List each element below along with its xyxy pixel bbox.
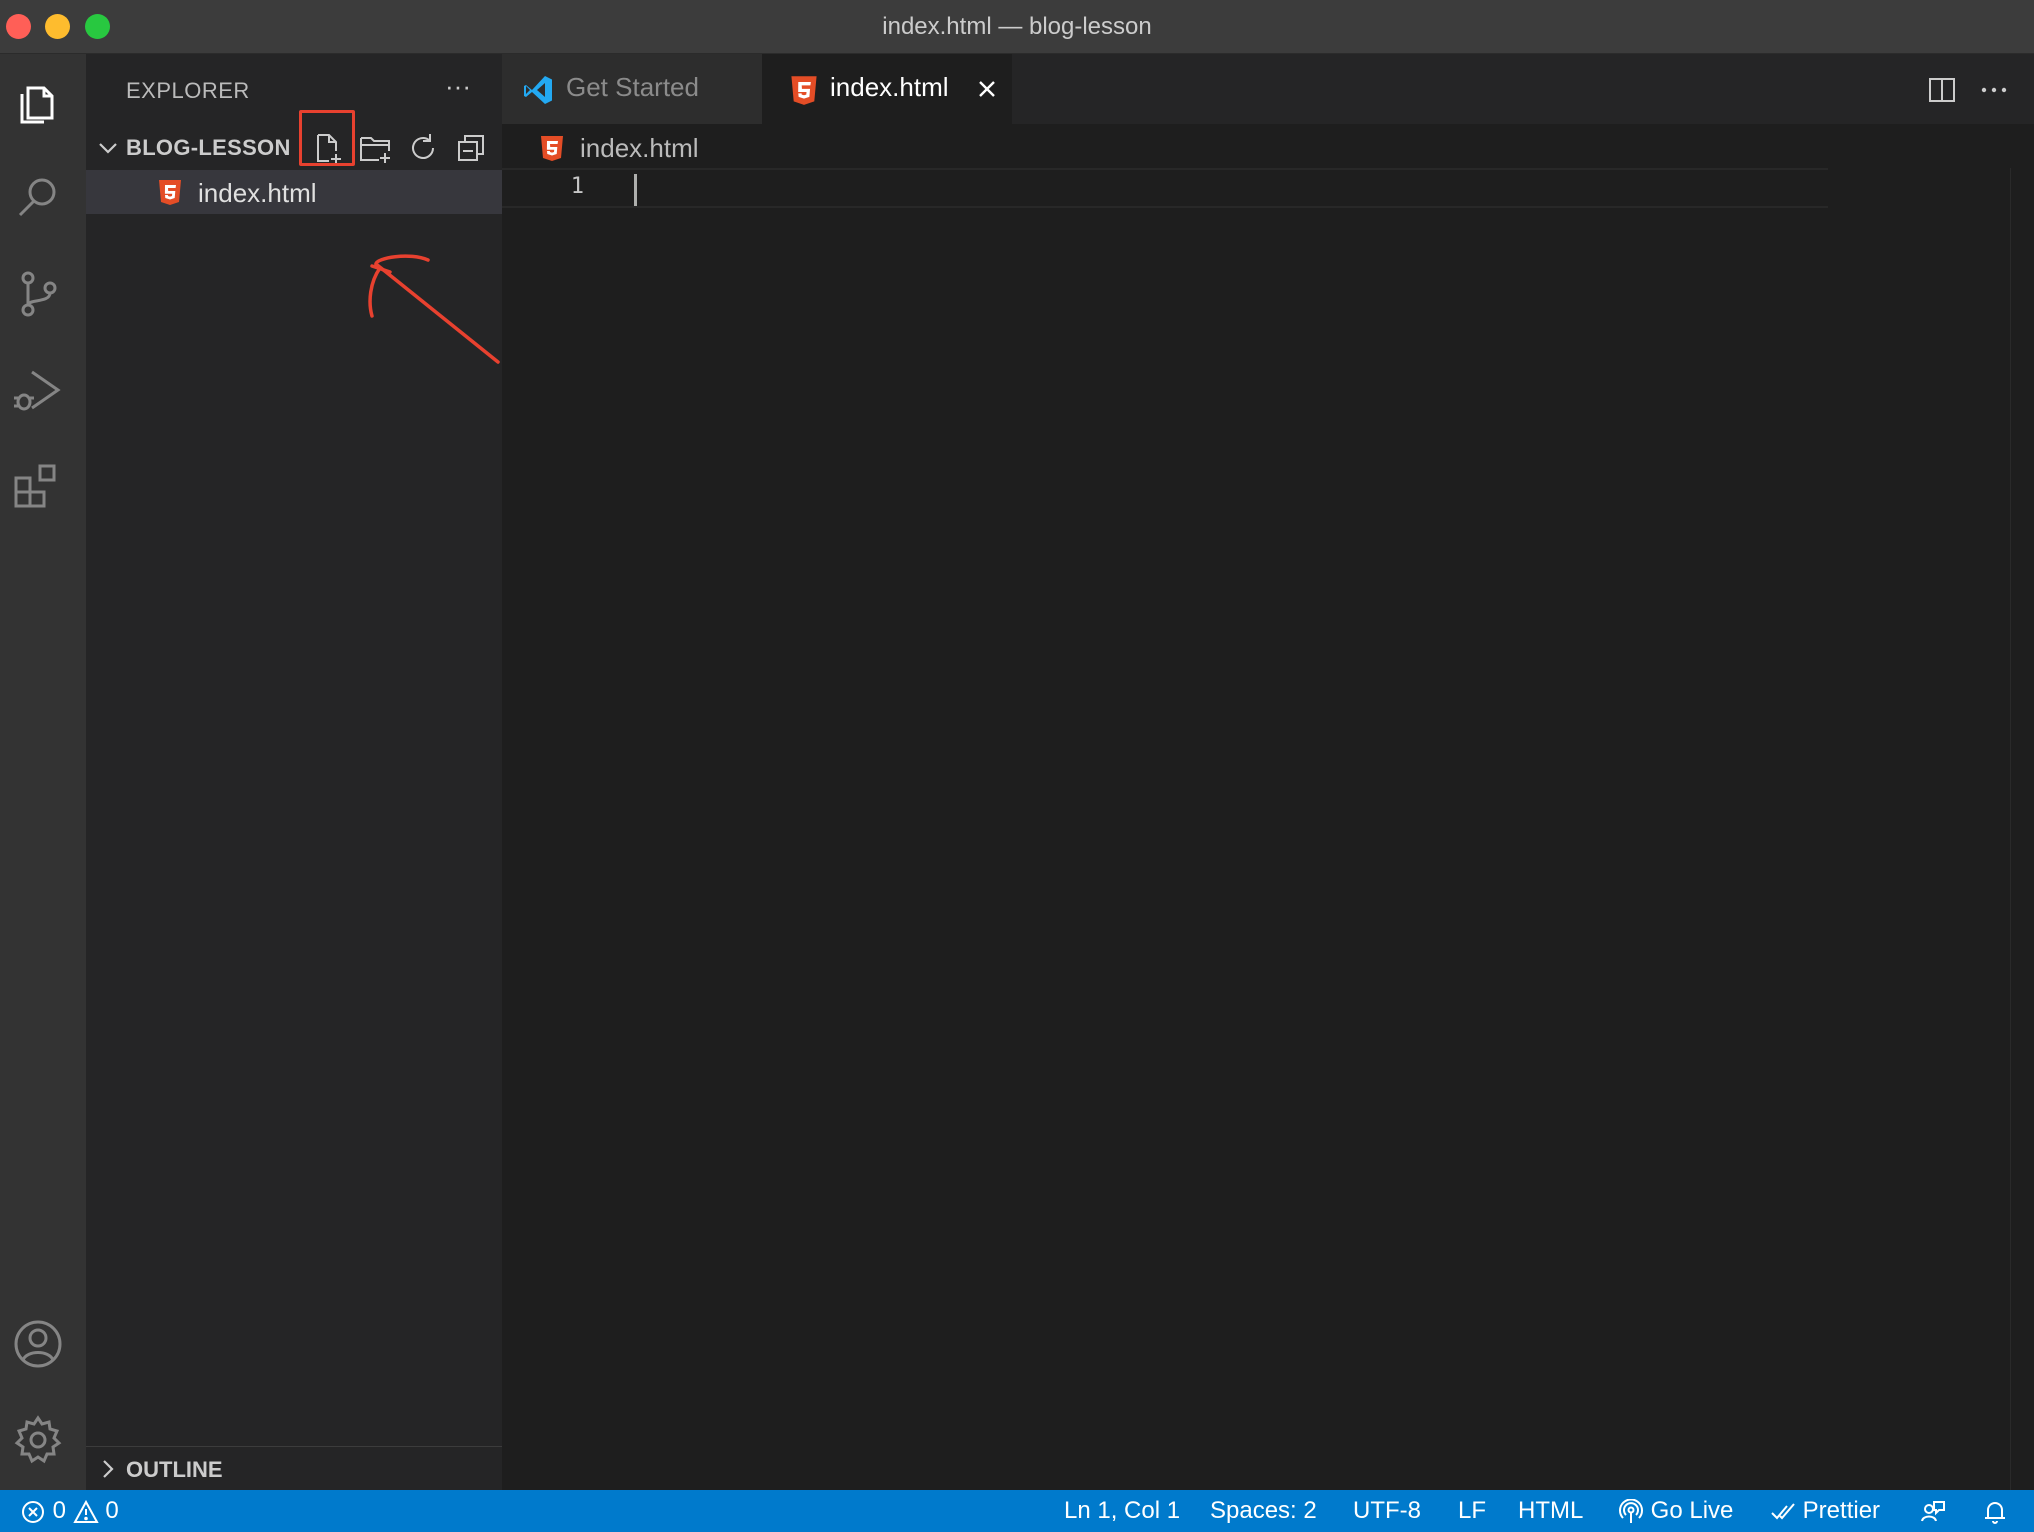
refresh-icon[interactable] — [405, 130, 441, 166]
go-live-button[interactable]: Go Live — [1618, 1490, 1733, 1532]
split-editor-icon[interactable] — [1924, 72, 1960, 108]
line-ending-setting[interactable]: LF — [1458, 1490, 1486, 1532]
explorer-sidebar: EXPLORER ··· BLOG-LESSON index.html OUTL… — [86, 54, 502, 1490]
extensions-icon[interactable] — [10, 458, 66, 514]
html5-icon — [538, 134, 566, 162]
vscode-window: index.html — blog-lesson EXPLORER ··· BL… — [0, 0, 2034, 1532]
prettier-button[interactable]: Prettier — [1770, 1490, 1880, 1532]
code-editor-line[interactable]: 1 — [502, 168, 1828, 208]
collapse-all-icon[interactable] — [453, 130, 489, 166]
sidebar-more-actions-button[interactable]: ··· — [438, 68, 478, 108]
broadcast-icon — [1619, 1498, 1643, 1523]
editor-area: Get Started index.html index.html 1 — [502, 54, 2034, 1490]
editor-scrollbar[interactable] — [2010, 168, 2034, 1490]
close-icon[interactable] — [972, 74, 1002, 104]
html5-icon — [788, 74, 820, 106]
problems-indicator[interactable]: 0 0 — [20, 1490, 119, 1532]
double-check-icon — [1771, 1503, 1795, 1520]
settings-gear-icon[interactable] — [10, 1412, 66, 1468]
explorer-icon[interactable] — [10, 74, 66, 130]
tab-get-started[interactable]: Get Started — [502, 54, 762, 124]
error-count: 0 — [52, 1497, 67, 1524]
vscode-logo-icon — [522, 74, 554, 106]
run-debug-icon[interactable] — [10, 362, 66, 418]
activity-bar — [0, 54, 86, 1490]
explorer-file-index-html[interactable]: index.html — [86, 170, 502, 214]
chevron-down-icon — [96, 136, 120, 160]
cursor-position[interactable]: Ln 1, Col 1 — [1064, 1490, 1180, 1532]
tab-bar: Get Started index.html — [502, 54, 2034, 124]
html5-icon — [156, 178, 184, 206]
warning-count: 0 — [105, 1497, 119, 1524]
more-actions-icon[interactable] — [1976, 72, 2012, 108]
outline-label: OUTLINE — [126, 1457, 223, 1482]
tab-label: index.html — [830, 72, 949, 102]
error-icon — [22, 1500, 44, 1523]
breadcrumb-file: index.html — [580, 133, 699, 163]
window-title: index.html — blog-lesson — [882, 13, 1152, 40]
line-number: 1 — [570, 174, 584, 199]
annotation-arrow — [276, 204, 516, 384]
language-mode[interactable]: HTML — [1518, 1490, 1583, 1532]
folder-name: BLOG-LESSON — [126, 135, 291, 160]
prettier-label: Prettier — [1802, 1497, 1881, 1524]
warning-icon — [73, 1499, 99, 1523]
encoding-setting[interactable]: UTF-8 — [1353, 1490, 1421, 1532]
notifications-bell-icon[interactable] — [1982, 1490, 2008, 1532]
chevron-right-icon — [96, 1457, 120, 1481]
outline-section-header[interactable]: OUTLINE — [86, 1446, 502, 1490]
tab-label: Get Started — [566, 72, 699, 102]
source-control-icon[interactable] — [10, 266, 66, 322]
account-icon[interactable] — [10, 1316, 66, 1372]
tab-index-html[interactable]: index.html — [762, 54, 1012, 124]
search-icon[interactable] — [10, 170, 66, 226]
new-folder-icon[interactable] — [357, 130, 393, 166]
title-bar: index.html — blog-lesson — [0, 0, 2034, 54]
sidebar-title: EXPLORER — [126, 78, 250, 103]
text-cursor — [634, 174, 637, 206]
folder-header-blog-lesson[interactable]: BLOG-LESSON — [86, 126, 502, 170]
indentation-setting[interactable]: Spaces: 2 — [1210, 1490, 1317, 1532]
file-name: index.html — [198, 178, 317, 208]
go-live-label: Go Live — [1650, 1497, 1734, 1524]
new-file-icon[interactable] — [309, 130, 345, 166]
status-bar: 0 0 Ln 1, Col 1 Spaces: 2 UTF-8 LF HTML … — [0, 1490, 2034, 1532]
feedback-icon[interactable] — [1920, 1490, 1946, 1532]
